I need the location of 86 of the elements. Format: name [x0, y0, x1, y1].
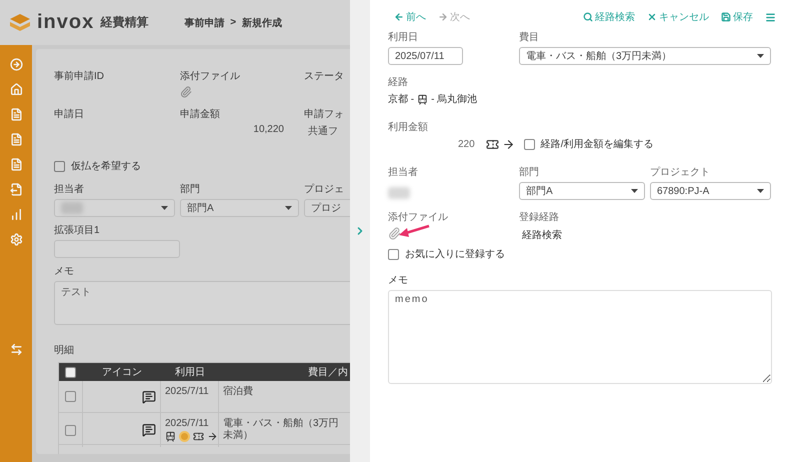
- table-cell: 宿泊費: [223, 386, 253, 398]
- select-field[interactable]: 電車・バス・船舶（3万円未満）: [519, 47, 771, 65]
- checkbox-label: 仮払を希望する: [71, 160, 141, 173]
- arrow-left-icon: [394, 12, 404, 22]
- paperclip-icon[interactable]: [180, 86, 192, 98]
- field-label: 添付ファイル: [180, 70, 241, 83]
- date-field[interactable]: 2025/07/11: [388, 47, 463, 65]
- field-label: 拡張項目1: [54, 224, 101, 237]
- select-field[interactable]: プロジ: [304, 199, 350, 217]
- amount-value: 220: [458, 138, 475, 150]
- table-row[interactable]: 2025/7/11 電車・バス・船舶（3万円未満）: [59, 413, 350, 445]
- train-icon: [417, 94, 428, 104]
- column-header: 利用日: [174, 366, 206, 379]
- field-label: 添付ファイル: [388, 211, 449, 224]
- ticket-icon: [486, 138, 499, 150]
- checkbox[interactable]: [65, 424, 76, 436]
- route-text: - 烏丸御池: [431, 92, 478, 106]
- annotation-arrow: [398, 224, 430, 238]
- field-label: 経路: [388, 76, 409, 89]
- field-label: 事前申請ID: [54, 70, 105, 83]
- caret-icon: [757, 54, 764, 58]
- caret-icon: [757, 189, 764, 193]
- search-icon: [583, 12, 593, 22]
- select-field[interactable]: 67890:PJ-A: [650, 182, 771, 200]
- field-label: 利用金額: [388, 120, 429, 134]
- section-title: 明細: [54, 344, 75, 357]
- caret-icon: [285, 206, 292, 210]
- field-label: プロジェクト: [650, 166, 711, 179]
- caret-icon: [161, 206, 168, 210]
- paperclip-icon[interactable]: [388, 227, 401, 240]
- breadcrumb-item: 新規作成: [242, 16, 282, 30]
- table-row[interactable]: 2025/7/11 宿泊費: [59, 381, 350, 413]
- memo-field[interactable]: テスト: [54, 281, 350, 325]
- product-name: 経費精算: [100, 14, 148, 31]
- field-label: 登録経路: [519, 211, 560, 224]
- checkbox[interactable]: [524, 138, 535, 150]
- column-header: 費目／内: [307, 366, 349, 379]
- coin-icon: [179, 431, 190, 442]
- field-label: 担当者: [54, 182, 85, 196]
- field-label: 申請日: [54, 108, 85, 121]
- arrow-icon: [207, 431, 218, 442]
- close-icon: [647, 12, 657, 22]
- arrow-right-icon: [438, 12, 448, 22]
- field-label: メモ: [388, 274, 409, 287]
- logo-text: invox: [37, 11, 94, 34]
- ticket-icon: [193, 431, 204, 442]
- checkbox[interactable]: [54, 160, 65, 172]
- caret-icon: [631, 189, 638, 193]
- field-label: 申請金額: [180, 108, 221, 121]
- select-field[interactable]: 部門A: [519, 182, 645, 200]
- input-field[interactable]: [54, 240, 180, 258]
- field-label: プロジェ: [304, 182, 345, 196]
- comment-icon[interactable]: [142, 423, 156, 437]
- field-value: 経路検索: [521, 228, 563, 242]
- breadcrumb-item[interactable]: 事前申請: [184, 16, 224, 30]
- field-value: 10,220: [252, 124, 285, 135]
- field-label: 利用日: [388, 30, 419, 44]
- checkbox[interactable]: [65, 366, 76, 378]
- arrow-icon: [502, 138, 515, 150]
- field-label: メモ: [54, 265, 75, 278]
- train-icon: [165, 431, 176, 442]
- field-label: 費目: [519, 30, 540, 44]
- table-cell-text: 電車・バス・船舶（3万円未満）: [223, 418, 340, 442]
- select-field[interactable]: [54, 199, 175, 217]
- menu-button[interactable]: [765, 12, 776, 22]
- comment-icon[interactable]: [142, 390, 156, 404]
- save-icon: [721, 12, 731, 22]
- table-cell: 2025/7/11: [165, 386, 209, 397]
- select-field[interactable]: 部門A: [180, 199, 299, 217]
- blurred-name: [61, 202, 83, 214]
- breadcrumb-separator: >: [230, 17, 236, 28]
- checkbox[interactable]: [65, 391, 76, 402]
- checkbox[interactable]: [388, 248, 399, 260]
- field-label: 部門: [180, 182, 201, 196]
- field-label: 担当者: [388, 166, 419, 179]
- column-header: アイコン: [101, 366, 143, 379]
- route-text: 京都 -: [388, 92, 414, 106]
- memo-field[interactable]: memo: [388, 290, 772, 384]
- table-cell: 2025/7/11: [165, 418, 209, 429]
- field-value: 共通フ: [307, 124, 339, 138]
- checkbox-label: 経路/利用金額を編集する: [540, 138, 654, 151]
- field-label: 部門: [519, 166, 540, 179]
- field-label: 申請フォ: [304, 108, 345, 121]
- checkbox-label: お気に入りに登録する: [405, 248, 505, 261]
- logo-icon: [9, 12, 31, 32]
- field-label: ステータ: [304, 70, 345, 83]
